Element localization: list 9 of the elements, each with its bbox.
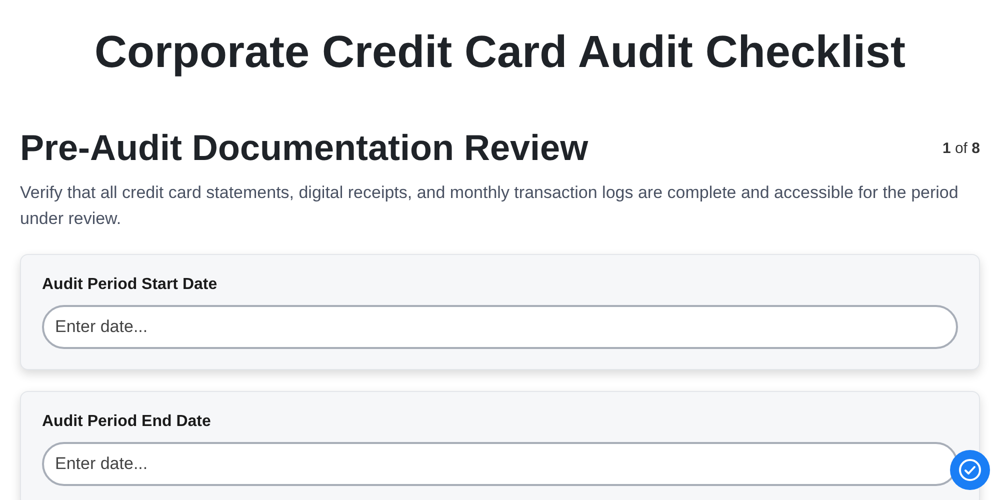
section-description: Verify that all credit card statements, digital receipts, and monthly transaction logs are complete and accessible for the period under review. — [20, 182, 960, 230]
section-heading: Pre-Audit Documentation Review — [20, 126, 588, 170]
page-counter: 1 of 8 — [942, 140, 980, 156]
field-label: Audit Period Start Date — [42, 275, 218, 295]
date-field[interactable]: Enter date... — [42, 442, 958, 486]
page-title: Corporate Credit Card Audit Checklist — [94, 25, 906, 78]
date-field[interactable]: Enter date... — [42, 305, 958, 349]
field-label: Audit Period End Date — [42, 412, 212, 432]
check-circle-icon — [958, 458, 982, 482]
